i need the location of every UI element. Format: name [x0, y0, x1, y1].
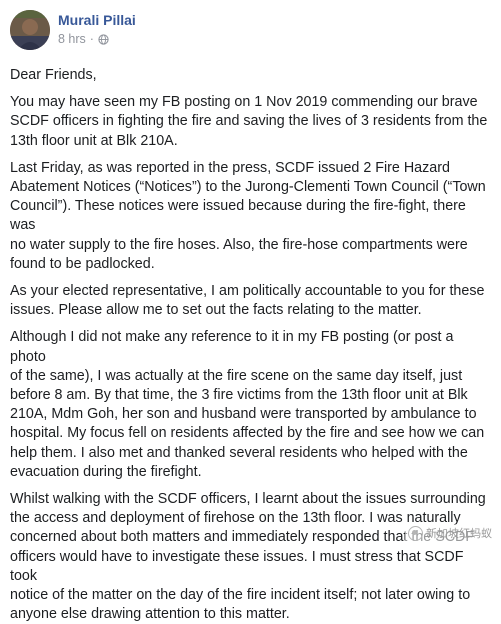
avatar-photo-icon — [10, 10, 50, 50]
avatar[interactable] — [10, 10, 50, 50]
globe-icon[interactable] — [98, 33, 109, 45]
separator-dot: · — [89, 32, 94, 46]
post-paragraph: As your elected representative, I am pol… — [10, 283, 485, 319]
ant-logo-icon — [408, 525, 423, 541]
post-time[interactable]: 8 hrs — [58, 31, 86, 47]
author-name[interactable]: Murali Pillai — [58, 12, 136, 29]
post-paragraph: Whilst walking with the SCDF officers, I… — [10, 491, 486, 623]
post-paragraph: Although I did not make any reference to… — [10, 329, 485, 480]
post-header: Murali Pillai 8 hrs · — [10, 10, 493, 58]
post-meta: Murali Pillai 8 hrs · — [58, 10, 136, 47]
post-paragraph: Last Friday, as was reported in the pres… — [10, 159, 486, 272]
post-paragraph: Dear Friends, — [10, 67, 97, 83]
watermark: 新加坡红蚂蚁 — [405, 524, 495, 542]
facebook-post: Murali Pillai 8 hrs · Dear Friends, You … — [0, 0, 501, 622]
post-timestamp-row: 8 hrs · — [58, 31, 136, 47]
watermark-text: 新加坡红蚂蚁 — [426, 528, 492, 540]
post-paragraph: You may have seen my FB posting on 1 Nov… — [10, 94, 488, 149]
